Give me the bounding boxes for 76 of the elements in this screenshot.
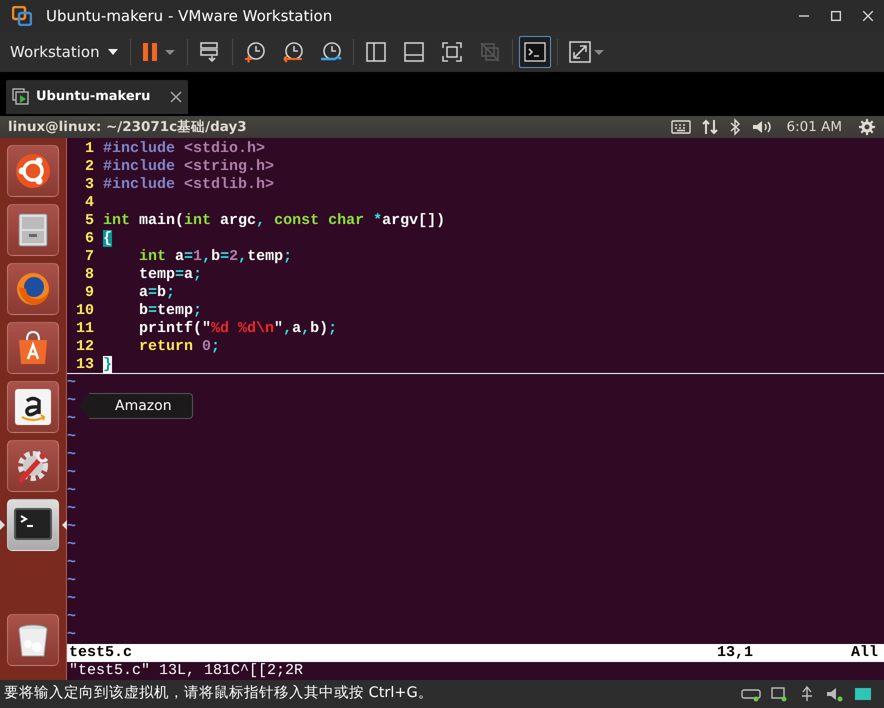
close-icon: [863, 11, 873, 21]
stretch-icon: [568, 40, 604, 64]
empty-line-marker: ~: [67, 446, 76, 464]
unity-disabled-icon: [478, 40, 502, 64]
line-number: 1: [84, 140, 95, 158]
line-number: 7: [84, 248, 95, 266]
clock[interactable]: 6:01 AM: [786, 116, 842, 138]
launcher-button[interactable]: [7, 499, 59, 551]
line-number: 10: [74, 302, 95, 320]
window-path: linux@linux: ~/23071c基础/day3: [8, 118, 248, 137]
launcher-button[interactable]: [7, 322, 59, 374]
empty-line-marker: ~: [67, 590, 76, 608]
bluetooth-icon: [728, 117, 740, 137]
network-arrows-icon: [700, 117, 718, 137]
empty-line-marker: ~: [67, 608, 76, 626]
code-line: temp=a;: [138, 266, 202, 284]
code-line: #include <stdio.h>: [103, 140, 266, 158]
vm-tab[interactable]: Ubuntu-makeru: [6, 80, 188, 114]
bottom-panel-icon: [402, 40, 426, 64]
status-hint: 要将输入定向到该虚拟机，请将鼠标指针移入其中或按 Ctrl+G。: [4, 684, 434, 704]
line-number: 13: [74, 356, 95, 373]
code-line: #include <string.h>: [103, 158, 274, 176]
minimize-icon: [799, 15, 809, 17]
caret-icon: [108, 49, 118, 55]
console-button[interactable]: [518, 36, 551, 68]
code-line: a=b;: [138, 284, 176, 302]
cursor-position: 13,1: [716, 644, 754, 662]
window-title: Ubuntu-makeru - VMware Workstation: [46, 6, 334, 27]
ubuntu-logo-icon: [13, 151, 53, 191]
empty-line-marker: ~: [67, 428, 76, 446]
code-line: printf("%d %d\n",a,b);: [138, 320, 338, 338]
clock-arrow-icon: [280, 40, 305, 64]
pause-icon: [140, 41, 177, 63]
code-line: b=temp;: [138, 302, 202, 320]
launcher-button[interactable]: [7, 381, 59, 433]
empty-line-marker: ~: [67, 500, 76, 518]
empty-line-marker: ~: [67, 392, 76, 410]
line-number: 8: [84, 266, 95, 284]
scroll-position: All: [850, 644, 879, 662]
tooltip-pointer-icon: [79, 393, 89, 419]
line-number: 4: [84, 194, 95, 212]
line-number: 9: [84, 284, 95, 302]
line-number: 2: [84, 158, 95, 176]
gear-icon: [858, 118, 876, 136]
line-number: 11: [74, 320, 95, 338]
maximize-icon: [831, 11, 841, 21]
code-line: return 0;: [138, 338, 220, 356]
file-name: test5.c: [68, 644, 134, 662]
empty-line-marker: ~: [67, 374, 76, 392]
empty-line-marker: ~: [67, 518, 76, 536]
console-icon: [522, 40, 547, 64]
close-icon: [170, 91, 182, 103]
line-number: 5: [84, 212, 95, 230]
empty-line-marker: ~: [67, 410, 76, 428]
line-number: 12: [74, 338, 95, 356]
empty-line-marker: ~: [67, 626, 76, 644]
workstation-menu[interactable]: Workstation: [4, 40, 124, 64]
code-line: int main(int argc, const char *argv[]): [103, 212, 446, 230]
clock-plus-icon: [242, 40, 267, 64]
vm-running-icon: [12, 88, 30, 106]
line-number: 3: [84, 176, 95, 194]
launcher-button[interactable]: [7, 614, 59, 666]
sidebar-layout-icon: [364, 40, 388, 64]
line-number: 6: [84, 230, 95, 248]
empty-line-marker: ~: [67, 482, 76, 500]
amazon-a-icon: [13, 387, 53, 427]
code-line: int a=1,b=2,temp;: [138, 248, 292, 266]
empty-line-marker: ~: [67, 536, 76, 554]
empty-line-marker: ~: [67, 554, 76, 572]
empty-line-marker: ~: [67, 572, 76, 590]
code-line: #include <stdlib.h>: [103, 176, 274, 194]
fullscreen-icon: [440, 40, 464, 64]
app-logo-icon: [12, 6, 32, 26]
empty-line-marker: ~: [67, 464, 76, 482]
command-message: "test5.c" 13L, 181C^[[2;2R: [69, 662, 304, 679]
launcher-button[interactable]: [7, 145, 59, 197]
